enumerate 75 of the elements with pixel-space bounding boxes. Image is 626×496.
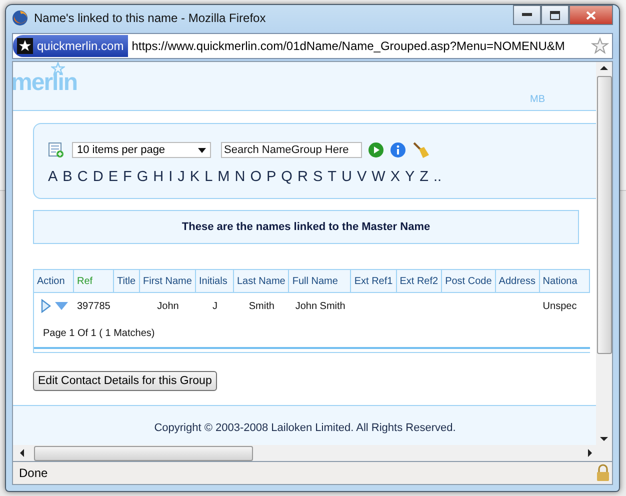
table-cell: John Smith xyxy=(295,300,346,312)
letter-link[interactable]: X xyxy=(390,169,400,185)
letter-link[interactable]: Z xyxy=(420,169,429,185)
close-icon xyxy=(586,10,596,20)
page-size-dropdown[interactable]: 10 items per page xyxy=(72,142,211,158)
letter-link[interactable]: C xyxy=(77,169,88,185)
column-header[interactable]: Title xyxy=(114,269,140,293)
status-text: Done xyxy=(19,466,48,480)
letter-link[interactable]: U xyxy=(341,169,352,185)
maximize-button[interactable] xyxy=(541,5,569,25)
close-button[interactable] xyxy=(569,5,613,25)
letter-link[interactable]: M xyxy=(218,169,230,185)
letter-link[interactable]: K xyxy=(190,169,200,185)
letter-link[interactable]: D xyxy=(92,169,104,185)
expand-icon[interactable] xyxy=(41,299,51,313)
play-icon[interactable] xyxy=(368,142,384,158)
letter-link[interactable]: E xyxy=(108,169,118,185)
letter-link[interactable]: R xyxy=(297,169,308,185)
letter-link[interactable]: L xyxy=(204,169,213,185)
column-header[interactable]: Ext Ref1 xyxy=(351,269,397,293)
add-list-icon[interactable] xyxy=(48,142,64,158)
padlock-icon[interactable] xyxy=(596,464,610,482)
letter-link[interactable]: I xyxy=(168,169,173,185)
table-cell: Unspec xyxy=(542,300,577,312)
browser-logo-icon xyxy=(12,10,28,26)
letter-link[interactable]: J xyxy=(178,169,185,185)
letter-link[interactable]: W xyxy=(372,169,386,185)
user-initials: MB xyxy=(530,94,545,105)
broom-icon[interactable] xyxy=(412,141,430,159)
banner-text: These are the names linked to the Master Name xyxy=(33,210,579,244)
letter-link[interactable]: O xyxy=(250,169,262,185)
maximize-icon xyxy=(550,10,560,20)
column-header[interactable]: First Name xyxy=(140,269,196,293)
edit-contact-button[interactable]: Edit Contact Details for this Group xyxy=(33,371,217,391)
info-icon[interactable] xyxy=(390,142,406,158)
letter-link[interactable]: Y xyxy=(404,169,415,185)
bookmark-star-icon[interactable] xyxy=(591,37,609,55)
url-text: https://www.quickmerlin.com/01dName/Name_Grouped.asp?Menu=NOMENU&M xyxy=(130,39,566,53)
letter-link[interactable]: Q xyxy=(281,169,292,185)
column-header[interactable]: Last Name xyxy=(234,269,290,293)
search-field[interactable]: Search NameGroup Here xyxy=(221,142,362,158)
table-cell: J xyxy=(212,300,218,312)
minimize-button[interactable] xyxy=(513,5,541,25)
letter-link[interactable]: V xyxy=(356,169,367,185)
dropdown-value: 10 items per page xyxy=(77,144,166,156)
letter-link[interactable]: S xyxy=(312,169,323,185)
column-header[interactable]: Address xyxy=(496,269,540,293)
table-cell: John xyxy=(157,300,179,312)
scrollbar-thumb[interactable] xyxy=(34,446,253,460)
column-header[interactable]: Ext Ref2 xyxy=(396,269,442,293)
caret-icon xyxy=(198,148,206,152)
column-header[interactable]: Action xyxy=(34,269,74,293)
column-header[interactable]: Full Name xyxy=(289,269,352,293)
minimize-icon xyxy=(522,13,532,17)
window-title: Name's linked to this name - Mozilla Firefox xyxy=(34,11,266,25)
letter-link[interactable]: G xyxy=(136,169,148,185)
copyright-text: Copyright © 2003-2008 Lailoken Limited. All Rights Reserved. xyxy=(154,422,456,434)
page-count: Page 1 Of 1 ( 1 Matches) xyxy=(43,328,155,338)
letter-link[interactable]: B xyxy=(62,169,72,185)
column-header[interactable]: Post Code xyxy=(442,269,496,293)
column-header[interactable]: Nationa xyxy=(540,269,590,293)
table-cell: Smith xyxy=(248,300,274,312)
column-header[interactable]: Initials xyxy=(196,269,234,293)
letter-link[interactable]: F xyxy=(122,169,132,185)
table-cell: 397785 xyxy=(77,300,110,312)
letter-link[interactable]: .. xyxy=(434,169,442,185)
dropdown-icon[interactable] xyxy=(55,302,68,310)
star-icon xyxy=(17,38,33,54)
letter-link[interactable]: H xyxy=(153,169,164,185)
letter-link[interactable]: P xyxy=(266,169,276,185)
letter-link[interactable]: A xyxy=(48,169,58,185)
letter-link[interactable]: T xyxy=(328,169,336,185)
letter-link[interactable]: N xyxy=(234,169,246,185)
scrollbar-thumb[interactable] xyxy=(596,76,612,354)
address-bar[interactable]: quickmerlin.com https://www.quickmerlin.com/01dName/Name_Grouped.asp?Menu=NOMENU&M xyxy=(12,33,613,59)
